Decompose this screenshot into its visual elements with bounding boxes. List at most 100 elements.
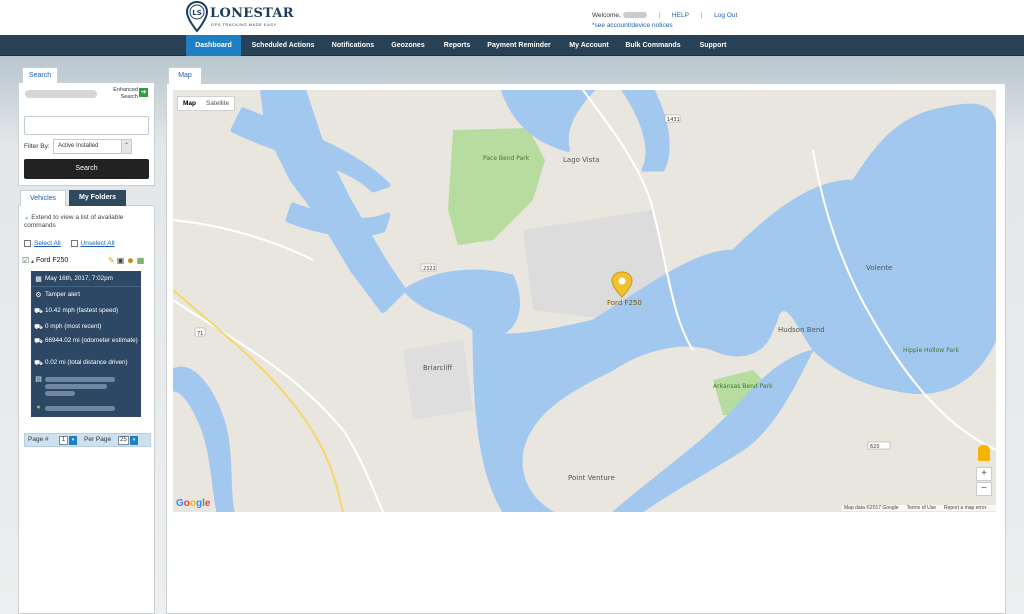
filter-label: Filter By: <box>24 143 50 150</box>
label-hudson-bend: Hudson Bend <box>778 326 825 334</box>
label-volente: Volente <box>866 264 892 272</box>
map-icon[interactable]: ▦ <box>137 256 147 265</box>
briarcliff-urban-area <box>403 340 473 420</box>
logo-text: LONESTAR <box>210 6 294 21</box>
nav-dashboard[interactable]: Dashboard <box>186 35 241 56</box>
select-all-checkbox[interactable] <box>24 240 31 247</box>
unselect-all-link[interactable]: Unselect All <box>81 240 115 247</box>
logo-tagline: GPS TRACKING MADE EASY <box>211 22 277 27</box>
map-type-map[interactable]: Map <box>178 97 201 110</box>
enhanced-search-label[interactable]: Enhanced Search <box>108 87 138 101</box>
select-all-link[interactable]: Select All <box>34 240 61 247</box>
gear-icon: ⚙ <box>35 292 42 299</box>
map-canvas[interactable]: Lago Vista Pace Bend Park Hudson Bend Br… <box>173 90 996 512</box>
calendar-icon: ▦ <box>35 276 42 283</box>
help-link[interactable]: HELP <box>672 12 689 19</box>
document-icon: ▤ <box>35 376 42 383</box>
extend-text: Extend to view a list of available comma… <box>24 214 124 229</box>
label-pace-bend-park: Pace Bend Park <box>483 155 530 162</box>
map-type-satellite[interactable]: Satellite <box>201 97 234 110</box>
tab-search[interactable]: Search <box>22 67 58 83</box>
lonestar-logo[interactable]: LS LONESTAR GPS TRACKING MADE EASY <box>186 1 294 34</box>
info-fastest-speed: 10.42 mph (fastest speed) <box>45 307 119 314</box>
info-datetime: May 16th, 2017, 7:02pm <box>45 275 113 282</box>
redacted-search-field <box>25 90 97 98</box>
nav-geozones[interactable]: Geozones <box>387 35 429 56</box>
page-number[interactable]: 1 <box>59 436 68 445</box>
attribution-text: Map data ©2017 Google <box>844 505 899 511</box>
page-label: Page # <box>28 436 49 443</box>
pagination: Page # 1 ▾ Per Page 25 ▾ <box>24 433 151 447</box>
tab-vehicles[interactable]: Vehicles <box>20 190 66 206</box>
map-attribution: Map data ©2017 Google Terms of Use Report … <box>842 505 997 511</box>
car-icon: ⛟ <box>34 360 43 367</box>
label-lago-vista: Lago Vista <box>563 156 599 164</box>
tab-map[interactable]: Map <box>168 67 202 84</box>
notices-link[interactable]: *see account/device notices <box>592 22 673 29</box>
logout-link[interactable]: Log Out <box>714 12 737 19</box>
terms-link[interactable]: Terms of Use <box>907 505 936 511</box>
label-point-venture: Point Venture <box>568 474 615 482</box>
vehicle-info-card: ▦ May 16th, 2017, 7:02pm ⚙ Tamper alert … <box>31 271 141 417</box>
report-link[interactable]: Report a map error <box>944 505 986 511</box>
google-logo: Google <box>176 498 211 509</box>
search-button[interactable]: Search <box>24 159 149 179</box>
people-icon[interactable]: ☻ <box>126 256 136 265</box>
marker-label: Ford F250 <box>607 299 642 307</box>
user-links: Welcome, | HELP | Log Out <box>592 12 738 19</box>
chevron-down-icon[interactable]: ⌃ <box>121 139 132 154</box>
extend-hint[interactable]: ⌄ Extend to view a list of available com… <box>24 214 144 230</box>
car-icon: ⛟ <box>34 338 43 345</box>
road-2322: 2322 <box>423 266 436 272</box>
chevron-down-icon[interactable]: ▾ <box>130 436 138 445</box>
redacted-address <box>45 375 139 398</box>
pencil-icon[interactable]: ✎ <box>108 256 117 265</box>
enhanced-label-line2: Search <box>120 94 138 100</box>
arrow-right-icon[interactable]: ➔ <box>139 88 148 97</box>
car-icon: ⛟ <box>34 308 43 315</box>
location-pin-icon: LS <box>186 1 208 33</box>
info-alert: Tamper alert <box>45 291 80 298</box>
road-620: 620 <box>870 444 880 450</box>
label-hippie-hollow-park: Hippie Hollow Park <box>903 347 960 354</box>
nav-payment-reminder[interactable]: Payment Reminder <box>484 35 554 56</box>
nav-support[interactable]: Support <box>693 35 733 56</box>
road-1431: 1431 <box>667 117 680 123</box>
nav-scheduled-actions[interactable]: Scheduled Actions <box>247 35 319 56</box>
search-input[interactable] <box>24 116 149 135</box>
globe-icon: ● <box>36 404 41 411</box>
welcome-label: Welcome, <box>592 12 621 19</box>
checkmark-icon[interactable]: ☑ <box>22 256 29 265</box>
tab-my-folders[interactable]: My Folders <box>69 190 126 206</box>
map-type-control: Map Satellite <box>177 96 236 111</box>
map-svg[interactable]: Lago Vista Pace Bend Park Hudson Bend Br… <box>173 90 996 512</box>
zoom-in-button[interactable]: + <box>976 467 992 481</box>
zoom-out-button[interactable]: − <box>976 482 992 496</box>
chevron-down-icon[interactable]: ▾ <box>69 436 77 445</box>
header: LS LONESTAR GPS TRACKING MADE EASY Welco… <box>0 0 1024 35</box>
nav-my-account[interactable]: My Account <box>563 35 615 56</box>
info-recent-speed: 0 mph (most recent) <box>45 323 102 330</box>
select-controls: Select All Unselect All <box>24 240 115 247</box>
label-briarcliff: Briarcliff <box>423 364 452 372</box>
unselect-all-checkbox[interactable] <box>70 240 78 247</box>
car-icon: ⛟ <box>34 324 43 331</box>
nav-bulk-commands[interactable]: Bulk Commands <box>622 35 684 56</box>
nav-notifications[interactable]: Notifications <box>325 35 381 56</box>
nav-reports[interactable]: Reports <box>438 35 476 56</box>
vehicle-row[interactable]: ☑ ▴ Ford F250 ✎▣☻▦ <box>22 256 150 268</box>
label-arkansas-bend-park: Arkansas Bend Park <box>713 383 773 390</box>
info-distance: 0.02 mi (total distance driven) <box>45 359 128 366</box>
street-view-pegman-icon[interactable] <box>978 445 990 461</box>
redacted-username <box>622 12 647 19</box>
lock-icon[interactable]: ▣ <box>117 256 127 265</box>
road-71: 71 <box>197 331 203 337</box>
enhanced-label-line1: Enhanced <box>113 87 138 93</box>
per-page-value[interactable]: 25 <box>118 436 129 445</box>
info-odometer: 66944.02 mi (odometer estimate) <box>45 337 138 344</box>
collapse-icon[interactable]: ▴ <box>31 258 34 265</box>
main-nav: Dashboard Scheduled Actions Notification… <box>0 35 1024 56</box>
vehicle-name[interactable]: Ford F250 <box>36 257 68 264</box>
pace-bend-park-area <box>448 128 545 245</box>
svg-text:LS: LS <box>192 9 202 17</box>
